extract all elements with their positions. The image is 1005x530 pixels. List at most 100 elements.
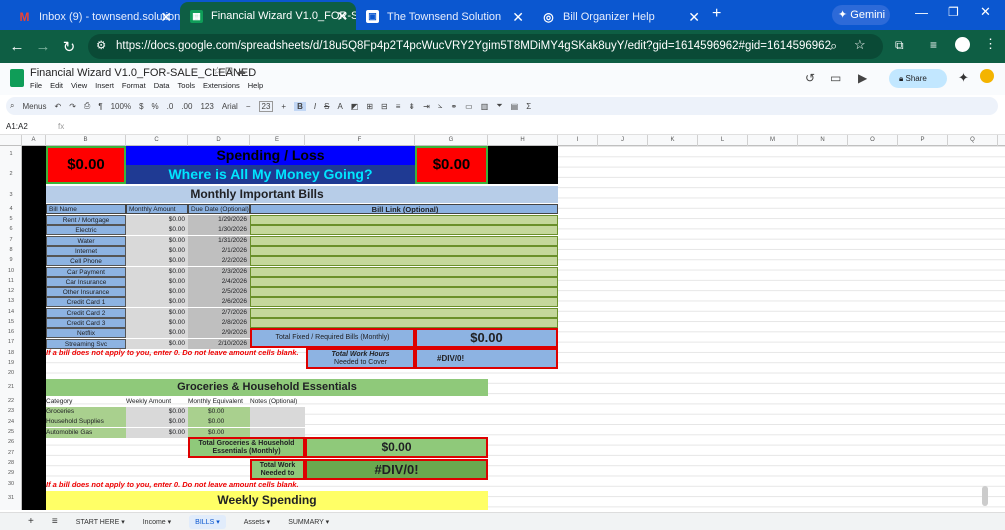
fill-color-icon[interactable]: ◩ bbox=[351, 102, 359, 111]
groc-name-cell[interactable]: Groceries bbox=[46, 407, 126, 417]
sheet-tab-income[interactable]: Income ▾ bbox=[143, 518, 171, 526]
row-header[interactable]: 29 bbox=[0, 470, 22, 476]
menu-help[interactable]: Help bbox=[248, 81, 263, 90]
groc-monthly-cell[interactable]: $0.00 bbox=[188, 407, 250, 417]
groc-notes-cell[interactable] bbox=[250, 407, 305, 417]
row-header[interactable]: 2 bbox=[0, 171, 22, 177]
bill-name-cell[interactable]: Car Insurance bbox=[46, 276, 126, 287]
bill-due-cell[interactable]: 1/30/2026 bbox=[188, 225, 250, 236]
vertical-scrollbar[interactable] bbox=[982, 486, 988, 506]
bill-amount-cell[interactable]: $0.00 bbox=[126, 266, 188, 277]
row-header[interactable]: 12 bbox=[0, 288, 22, 294]
row-header[interactable]: 23 bbox=[0, 408, 22, 414]
bill-due-cell[interactable]: 2/3/2026 bbox=[188, 266, 250, 277]
column-header[interactable]: H bbox=[488, 135, 558, 146]
column-header[interactable]: I bbox=[558, 135, 598, 146]
row-header[interactable]: 15 bbox=[0, 319, 22, 325]
menu-view[interactable]: View bbox=[71, 81, 87, 90]
select-all-corner[interactable] bbox=[0, 135, 22, 146]
doc-title-icons[interactable]: ☆ ⊡ ☁ bbox=[213, 66, 246, 77]
strikethrough-button[interactable]: S bbox=[324, 102, 329, 111]
functions-icon[interactable]: Σ bbox=[526, 102, 531, 111]
sheet-tab-start-here[interactable]: START HERE ▾ bbox=[76, 518, 125, 526]
bill-amount-cell[interactable]: $0.00 bbox=[126, 225, 188, 236]
groc-weekly-cell[interactable]: $0.00 bbox=[126, 417, 188, 428]
row-header[interactable]: 22 bbox=[0, 398, 22, 404]
zoom-select[interactable]: 100% bbox=[111, 102, 131, 111]
bill-link-cell[interactable] bbox=[250, 266, 558, 277]
menus-search[interactable]: Menus bbox=[22, 102, 46, 111]
cast-icon[interactable]: ⧉ bbox=[895, 38, 904, 53]
row-header[interactable]: 24 bbox=[0, 419, 22, 425]
groc-name-cell[interactable]: Household Supplies bbox=[46, 417, 126, 428]
bill-due-cell[interactable]: 2/1/2026 bbox=[188, 245, 250, 256]
print-icon[interactable]: ⎙ bbox=[84, 101, 90, 111]
bill-link-cell[interactable] bbox=[250, 297, 558, 308]
column-header[interactable]: O bbox=[848, 135, 898, 146]
add-sheet-button[interactable]: + bbox=[28, 516, 34, 527]
row-header[interactable]: 8 bbox=[0, 247, 22, 253]
bill-name-cell[interactable]: Credit Card 2 bbox=[46, 307, 126, 318]
bill-due-cell[interactable]: 1/29/2026 bbox=[188, 215, 250, 225]
groc-total-value[interactable]: $0.00 bbox=[305, 437, 488, 458]
row-header[interactable]: 7 bbox=[0, 237, 22, 243]
menu-edit[interactable]: Edit bbox=[50, 81, 63, 90]
bill-amount-cell[interactable]: $0.00 bbox=[126, 318, 188, 328]
font-size-minus[interactable]: − bbox=[246, 102, 251, 111]
bill-name-cell[interactable]: Other Insurance bbox=[46, 287, 126, 298]
bill-amount-cell[interactable]: $0.00 bbox=[126, 256, 188, 267]
groc-weekly-cell[interactable]: $0.00 bbox=[126, 427, 188, 438]
bill-link-cell[interactable] bbox=[250, 245, 558, 256]
browser-tab-bill-help[interactable]: ◎ Bill Organizer Help ✕ bbox=[532, 3, 708, 30]
browser-tab-sheets[interactable]: ▦ Financial Wizard V1.0_FOR-SALE ✕ bbox=[180, 2, 356, 30]
bill-due-cell[interactable]: 2/7/2026 bbox=[188, 307, 250, 318]
decimal-decrease[interactable]: .0 bbox=[167, 102, 174, 111]
top-right-total[interactable]: $0.00 bbox=[415, 146, 488, 184]
row-header[interactable]: 6 bbox=[0, 226, 22, 232]
column-header[interactable]: D bbox=[188, 135, 250, 146]
history-icon[interactable]: ↺ bbox=[805, 71, 815, 85]
bill-name-cell[interactable]: Credit Card 3 bbox=[46, 318, 126, 328]
column-header[interactable]: F bbox=[305, 135, 415, 146]
bill-due-cell[interactable]: 2/9/2026 bbox=[188, 328, 250, 339]
menu-extensions[interactable]: Extensions bbox=[203, 81, 240, 90]
bill-amount-cell[interactable]: $0.00 bbox=[126, 245, 188, 256]
menu-data[interactable]: Data bbox=[154, 81, 170, 90]
bill-amount-cell[interactable]: $0.00 bbox=[126, 307, 188, 318]
row-header[interactable]: 30 bbox=[0, 481, 22, 487]
sheet-tab-summary[interactable]: SUMMARY ▾ bbox=[288, 518, 329, 526]
row-header[interactable]: 19 bbox=[0, 360, 22, 366]
bill-due-cell[interactable]: 2/6/2026 bbox=[188, 297, 250, 308]
gemini-sparkle-icon[interactable]: ✦ bbox=[958, 70, 969, 86]
groc-name-cell[interactable]: Automobile Gas bbox=[46, 427, 126, 438]
row-header[interactable]: 1 bbox=[0, 151, 22, 157]
bill-name-cell[interactable]: Credit Card 1 bbox=[46, 297, 126, 308]
comment-add-icon[interactable]: ▭ bbox=[465, 102, 473, 111]
bold-button[interactable]: B bbox=[294, 101, 306, 111]
total-fixed-value[interactable]: $0.00 bbox=[415, 328, 558, 348]
zoom-icon[interactable]: ⌕ bbox=[830, 38, 837, 54]
row-header[interactable]: 31 bbox=[0, 495, 22, 501]
font-select[interactable]: Arial bbox=[222, 102, 238, 111]
chart-icon[interactable]: ▥ bbox=[481, 102, 489, 111]
bill-name-cell[interactable]: Cell Phone bbox=[46, 256, 126, 267]
bill-link-cell[interactable] bbox=[250, 256, 558, 267]
row-header[interactable]: 11 bbox=[0, 278, 22, 284]
more-formats[interactable]: 123 bbox=[200, 102, 213, 111]
column-header[interactable]: M bbox=[748, 135, 798, 146]
bill-link-cell[interactable] bbox=[250, 215, 558, 225]
bill-due-cell[interactable]: 2/5/2026 bbox=[188, 287, 250, 298]
row-header[interactable]: 3 bbox=[0, 192, 22, 198]
align-icon[interactable]: ≡ bbox=[396, 102, 401, 111]
row-header[interactable]: 9 bbox=[0, 257, 22, 263]
column-header[interactable]: L bbox=[698, 135, 748, 146]
meet-icon[interactable]: ▶ bbox=[858, 71, 867, 85]
bill-name-cell[interactable]: Car Payment bbox=[46, 266, 126, 277]
work-hours-value[interactable]: #DIV/0! bbox=[415, 348, 558, 369]
bill-name-cell[interactable]: Rent / Mortgage bbox=[46, 215, 126, 225]
wrap-icon[interactable]: ⇥ bbox=[423, 102, 430, 111]
bill-amount-cell[interactable]: $0.00 bbox=[126, 328, 188, 339]
browser-tab-gmail[interactable]: M Inbox (9) - townsend.solution@ ✕ bbox=[8, 3, 181, 30]
bill-amount-cell[interactable]: $0.00 bbox=[126, 287, 188, 298]
browser-menu-icon[interactable]: ⋮ bbox=[984, 36, 997, 52]
